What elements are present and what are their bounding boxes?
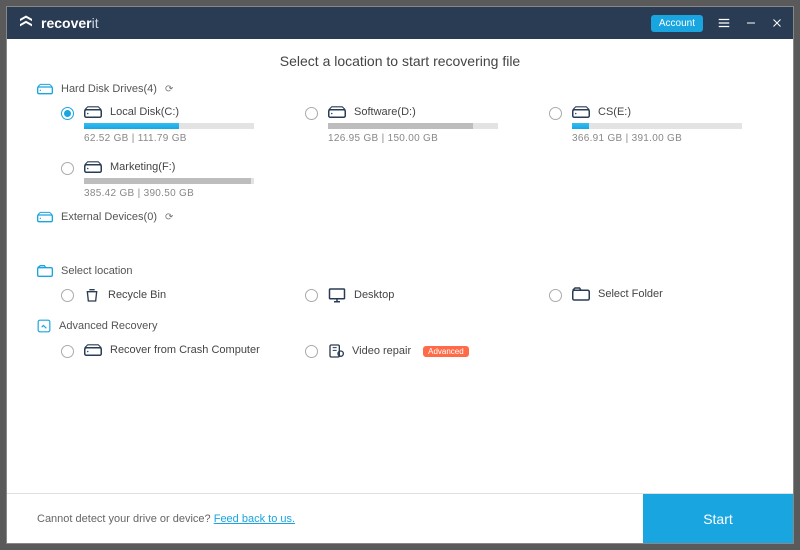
advanced-option-crash-computer[interactable]: Recover from Crash Computer (61, 343, 275, 363)
drive-icon (84, 105, 102, 119)
select-location-options: Recycle Bin Desktop Sele (37, 287, 763, 307)
hard-disk-section-title: Hard Disk Drives(4) (61, 83, 157, 95)
drive-icon (328, 105, 346, 119)
drive-label: Software(D:) (354, 106, 416, 118)
advanced-section-title: Advanced Recovery (59, 320, 157, 332)
drive-usage-bar (84, 178, 254, 184)
radio-video-repair[interactable] (305, 345, 318, 358)
titlebar: recoverit Account (7, 7, 793, 39)
drive-option-f[interactable]: Marketing(F:) 385.42 GB | 390.50 GB (61, 160, 275, 199)
account-button[interactable]: Account (651, 15, 703, 32)
radio-select-folder[interactable] (549, 289, 562, 302)
recycle-bin-icon (84, 287, 100, 303)
brand-name-thin: it (92, 15, 99, 31)
folder-icon (572, 287, 590, 301)
radio-drive-f[interactable] (61, 162, 74, 175)
location-option-select-folder[interactable]: Select Folder (549, 287, 763, 307)
advanced-option-video-repair[interactable]: Video repair Advanced (305, 343, 519, 363)
radio-desktop[interactable] (305, 289, 318, 302)
feedback-link[interactable]: Feed back to us. (214, 513, 295, 525)
drive-icon (572, 105, 590, 119)
advanced-badge: Advanced (423, 346, 469, 357)
location-option-recycle-bin[interactable]: Recycle Bin (61, 287, 275, 307)
location-label: Recycle Bin (108, 289, 166, 301)
radio-drive-d[interactable] (305, 107, 318, 120)
advanced-label: Recover from Crash Computer (110, 344, 260, 356)
drive-label: Local Disk(C:) (110, 106, 179, 118)
location-label: Desktop (354, 289, 394, 301)
drive-option-c[interactable]: Local Disk(C:) 62.52 GB | 111.79 GB (61, 105, 275, 144)
desktop-icon (328, 287, 346, 303)
location-section-icon (37, 265, 53, 277)
drive-label: CS(E:) (598, 106, 631, 118)
refresh-icon[interactable]: ⟳ (165, 84, 173, 95)
radio-recycle-bin[interactable] (61, 289, 74, 302)
footer-text: Cannot detect your drive or device? Feed… (37, 513, 295, 525)
external-section-icon (37, 211, 53, 223)
drive-usage-text: 62.52 GB | 111.79 GB (84, 133, 275, 144)
brand-name-bold: recover (41, 15, 92, 31)
drive-usage-bar (328, 123, 498, 129)
drive-label: Marketing(F:) (110, 161, 175, 173)
video-repair-icon (328, 343, 344, 359)
radio-drive-c[interactable] (61, 107, 74, 120)
drive-option-d[interactable]: Software(D:) 126.95 GB | 150.00 GB (305, 105, 519, 144)
external-section-title: External Devices(0) (61, 211, 157, 223)
hamburger-menu-icon[interactable] (717, 16, 731, 30)
hard-disk-section-header: Hard Disk Drives(4) ⟳ (37, 83, 763, 95)
footer: Cannot detect your drive or device? Feed… (7, 493, 793, 543)
drive-usage-text: 126.95 GB | 150.00 GB (328, 133, 519, 144)
location-option-desktop[interactable]: Desktop (305, 287, 519, 307)
refresh-icon[interactable]: ⟳ (165, 212, 173, 223)
drive-usage-bar (84, 123, 254, 129)
start-button[interactable]: Start (643, 494, 793, 543)
radio-drive-e[interactable] (549, 107, 562, 120)
drive-icon (84, 160, 102, 174)
hard-disk-options: Local Disk(C:) 62.52 GB | 111.79 GB Soft… (37, 105, 763, 199)
minimize-icon[interactable] (745, 17, 757, 29)
crash-computer-icon (84, 343, 102, 357)
select-location-section-title: Select location (61, 265, 133, 277)
advanced-section-icon (37, 319, 51, 333)
advanced-label: Video repair (352, 345, 411, 357)
drive-usage-text: 366.91 GB | 391.00 GB (572, 133, 763, 144)
page-heading: Select a location to start recovering fi… (37, 53, 763, 69)
drive-usage-text: 385.42 GB | 390.50 GB (84, 188, 275, 199)
advanced-recovery-section-header: Advanced Recovery (37, 319, 763, 333)
advanced-options: Recover from Crash Computer Video repair… (37, 343, 763, 363)
close-icon[interactable] (771, 17, 783, 29)
radio-crash-computer[interactable] (61, 345, 74, 358)
drive-usage-bar (572, 123, 742, 129)
select-location-section-header: Select location (37, 265, 763, 277)
location-label: Select Folder (598, 288, 663, 300)
logo-icon (17, 14, 35, 32)
external-devices-section-header: External Devices(0) ⟳ (37, 211, 763, 223)
drive-section-icon (37, 83, 53, 95)
app-logo: recoverit (17, 14, 99, 32)
drive-option-e[interactable]: CS(E:) 366.91 GB | 391.00 GB (549, 105, 763, 144)
